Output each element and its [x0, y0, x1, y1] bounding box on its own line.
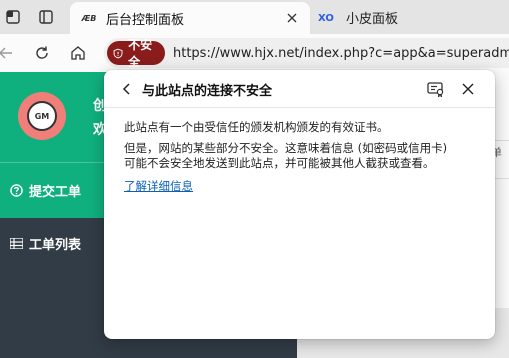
certificate-icon[interactable]	[426, 79, 446, 99]
site-security-popup: 与此站点的连接不安全 此站点有一个由受信任的颁发机构颁发的有效证书。 但是，网站…	[104, 70, 495, 339]
tab-title: 后台控制面板	[106, 12, 185, 28]
popup-title: 与此站点的连接不安全	[142, 84, 273, 99]
question-circle-icon	[10, 184, 23, 197]
browser-toolbar: 不安全 https://www.hjx.net/index.php?c=app&…	[0, 34, 509, 72]
address-bar[interactable]: 不安全 https://www.hjx.net/index.php?c=app&…	[104, 38, 509, 68]
refresh-icon[interactable]	[32, 43, 52, 63]
back-chevron-icon[interactable]	[118, 80, 136, 98]
insecure-warning-text: 但是，网站的某些部分不安全。这意味着信息 (如密码或信用卡) 可能不会安全地发送…	[124, 141, 479, 171]
insecure-warning-line1: 但是，网站的某些部分不安全。这意味着信息 (如密码或信用卡)	[124, 141, 448, 155]
tab-admin-panel[interactable]: ÆB 后台控制面板	[70, 2, 310, 34]
xp-favicon-text: XO	[318, 13, 334, 23]
close-tab-icon[interactable]	[280, 6, 304, 30]
url-text[interactable]: https://www.hjx.net/index.php?c=app&a=su…	[173, 46, 509, 61]
sidebar-item-ticket-list[interactable]: 工单列表	[10, 234, 81, 253]
tab-title: 小皮面板	[346, 11, 399, 27]
avatar: GM	[18, 92, 66, 140]
popup-header: 与此站点的连接不安全	[104, 70, 495, 108]
workspaces-icon[interactable]	[4, 8, 22, 26]
site-favicon-icon: ÆB	[81, 13, 97, 23]
certificate-valid-text: 此站点有一个由受信任的颁发机构颁发的有效证书。	[124, 120, 389, 134]
warning-icon	[113, 48, 123, 58]
learn-more-link[interactable]: 了解详细信息	[124, 179, 193, 194]
insecure-warning-line2: 可能不会安全地发送到此站点，并可能被其他人截获或查看。	[124, 156, 435, 170]
list-icon	[10, 238, 23, 249]
tab-strip: ÆB 后台控制面板 XO 小皮面板	[0, 0, 509, 34]
sidebar-item-label: 工单列表	[29, 238, 82, 253]
popup-body: 此站点有一个由受信任的颁发机构颁发的有效证书。 但是，网站的某些部分不安全。这意…	[124, 120, 479, 194]
tab-xp-panel[interactable]: XO 小皮面板	[316, 2, 509, 32]
xp-favicon-icon: XO	[318, 13, 334, 23]
back-icon[interactable]	[0, 43, 16, 63]
home-icon[interactable]	[68, 43, 88, 63]
close-icon[interactable]	[458, 79, 478, 99]
not-secure-badge[interactable]: 不安全	[107, 38, 165, 68]
sidebar-item-label: 提交工单	[29, 185, 82, 200]
vertical-tabs-icon[interactable]	[37, 8, 55, 26]
avatar-text: GM	[27, 101, 57, 131]
not-secure-label: 不安全	[128, 38, 153, 68]
